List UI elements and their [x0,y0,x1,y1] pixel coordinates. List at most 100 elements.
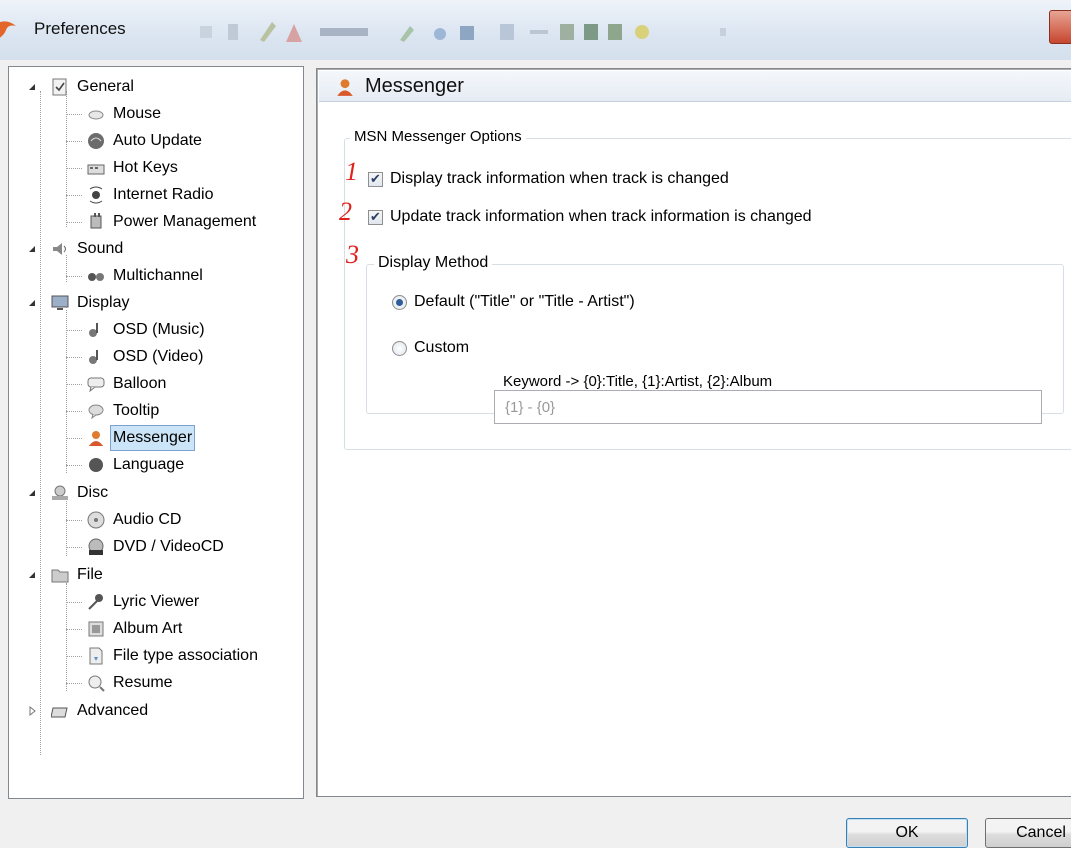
tree-item-album-art[interactable]: Album Art [9,617,299,641]
tree-item-label: Hot Keys [113,159,178,176]
keyword-hint: Keyword -> {0}:Title, {1}:Artist, {2}:Al… [503,373,773,390]
tree-item-advanced[interactable]: Advanced [9,699,299,723]
messenger-buddy-icon [337,79,353,96]
tree-item-audio-cd[interactable]: Audio CD [9,508,299,532]
tree-item-lyric-viewer[interactable]: Lyric Viewer [9,590,299,614]
tree-item-resume[interactable]: Resume [9,671,299,695]
osd-music-icon [89,323,98,337]
title-bar: Preferences [0,0,1071,60]
microphone-icon [88,594,103,610]
tree-item-multichannel[interactable]: Multichannel [9,264,299,288]
ok-button[interactable]: OK [846,818,968,848]
tree-item-label: Resume [113,674,173,691]
expanded-arrow-icon[interactable] [27,570,37,580]
tree-item-tooltip[interactable]: Tooltip [9,399,299,423]
tree-item-osd-video[interactable]: OSD (Video) [9,345,299,369]
tree-item-messenger[interactable]: Messenger [9,425,299,451]
advanced-folder-icon [51,707,68,718]
window-title: Preferences [34,19,126,38]
radio-button[interactable] [392,295,407,310]
resume-icon [88,675,105,692]
tree-item-label: Sound [77,240,124,257]
tooltip-icon [88,404,104,420]
tree-item-auto-update[interactable]: Auto Update [9,129,299,153]
preferences-tree[interactable]: General Mouse Auto Update Hot Keys Inter… [8,66,304,799]
osd-video-icon [89,350,98,364]
language-globe-icon [89,458,103,472]
globe-update-icon [88,133,104,149]
tree-item-label: Auto Update [113,132,202,149]
tree-item-label: Power Management [113,213,257,230]
radio-button[interactable] [392,341,407,356]
expanded-arrow-icon[interactable] [27,298,37,308]
preferences-frame: General Mouse Auto Update Hot Keys Inter… [0,60,1071,848]
tree-item-label: Audio CD [113,511,182,528]
tree-item-label: Tooltip [113,402,160,419]
tree-item-label: General [77,78,134,95]
tree-item-file[interactable]: File [9,563,299,587]
tree-item-label: Internet Radio [113,186,214,203]
tree-item-label: Language [113,456,185,473]
update-track-info-label: Update track information when track info… [390,208,812,225]
collapsed-arrow-icon[interactable] [27,706,37,716]
balloon-icon [87,377,105,393]
tree-item-general[interactable]: General [9,75,299,99]
tree-item-file-type-association[interactable]: File type association [9,644,299,668]
disc-drive-icon [52,485,68,500]
power-plug-icon [90,213,102,229]
monitor-icon [51,295,69,310]
file-association-icon [89,647,103,665]
keyboard-icon [87,164,105,175]
tree-item-label: DVD / VideoCD [113,538,224,555]
checkbox-box[interactable]: ✔ [368,171,383,187]
settings-checklist-icon [52,78,67,96]
dvd-icon [88,538,104,555]
tree-item-label: Balloon [113,375,167,392]
tree-item-label: Advanced [77,702,149,719]
tree-item-mouse[interactable]: Mouse [9,102,299,126]
expanded-arrow-icon[interactable] [27,82,37,92]
tree-item-hot-keys[interactable]: Hot Keys [9,156,299,180]
tree-item-sound[interactable]: Sound [9,237,299,261]
custom-display-label: Custom [414,339,470,356]
tree-item-internet-radio[interactable]: Internet Radio [9,183,299,207]
tree-item-osd-music[interactable]: OSD (Music) [9,318,299,342]
panel-title: Messenger [365,75,464,97]
tree-item-power-management[interactable]: Power Management [9,210,299,234]
checkbox-box[interactable]: ✔ [368,209,383,225]
display-method-group-title: Display Method [374,254,493,272]
tree-item-dvd-videocd[interactable]: DVD / VideoCD [9,535,299,559]
tree-item-label: Lyric Viewer [113,593,200,610]
checkmark-icon: ✔ [370,209,381,224]
msn-options-group-title: MSN Messenger Options [350,128,526,145]
tree-item-disc[interactable]: Disc [9,481,299,505]
default-display-label: Default ("Title" or "Title - Artist") [414,293,635,310]
tree-item-balloon[interactable]: Balloon [9,372,299,396]
tree-item-label: Display [77,294,130,311]
radio-antenna-icon [89,186,103,204]
custom-format-input[interactable] [494,390,1042,424]
cancel-button[interactable]: Cancel [985,818,1071,848]
tree-item-label: OSD (Music) [113,321,205,338]
album-art-icon [88,621,104,637]
tree-item-language[interactable]: Language [9,453,299,477]
tree-item-label: OSD (Video) [113,348,204,365]
tree-item-label: Mouse [113,105,162,122]
messenger-buddy-icon [89,431,103,446]
annotation-marker-2: 2 [339,197,352,226]
annotation-marker-3: 3 [346,240,359,269]
annotation-marker-1: 1 [345,157,358,186]
file-folder-icon [51,569,69,583]
expanded-arrow-icon[interactable] [27,488,37,498]
expanded-arrow-icon[interactable] [27,244,37,254]
tree-item-label: Disc [77,484,109,501]
app-logo-icon [0,21,16,38]
multichannel-speakers-icon [88,273,104,281]
close-button[interactable] [1049,10,1071,44]
tree-item-label: Messenger [109,425,196,451]
background-toolbar-icons [200,22,726,42]
tree-item-label: File [77,566,103,583]
tree-item-label: File type association [113,647,258,664]
tree-item-display[interactable]: Display [9,291,299,315]
audio-cd-icon [87,511,105,529]
